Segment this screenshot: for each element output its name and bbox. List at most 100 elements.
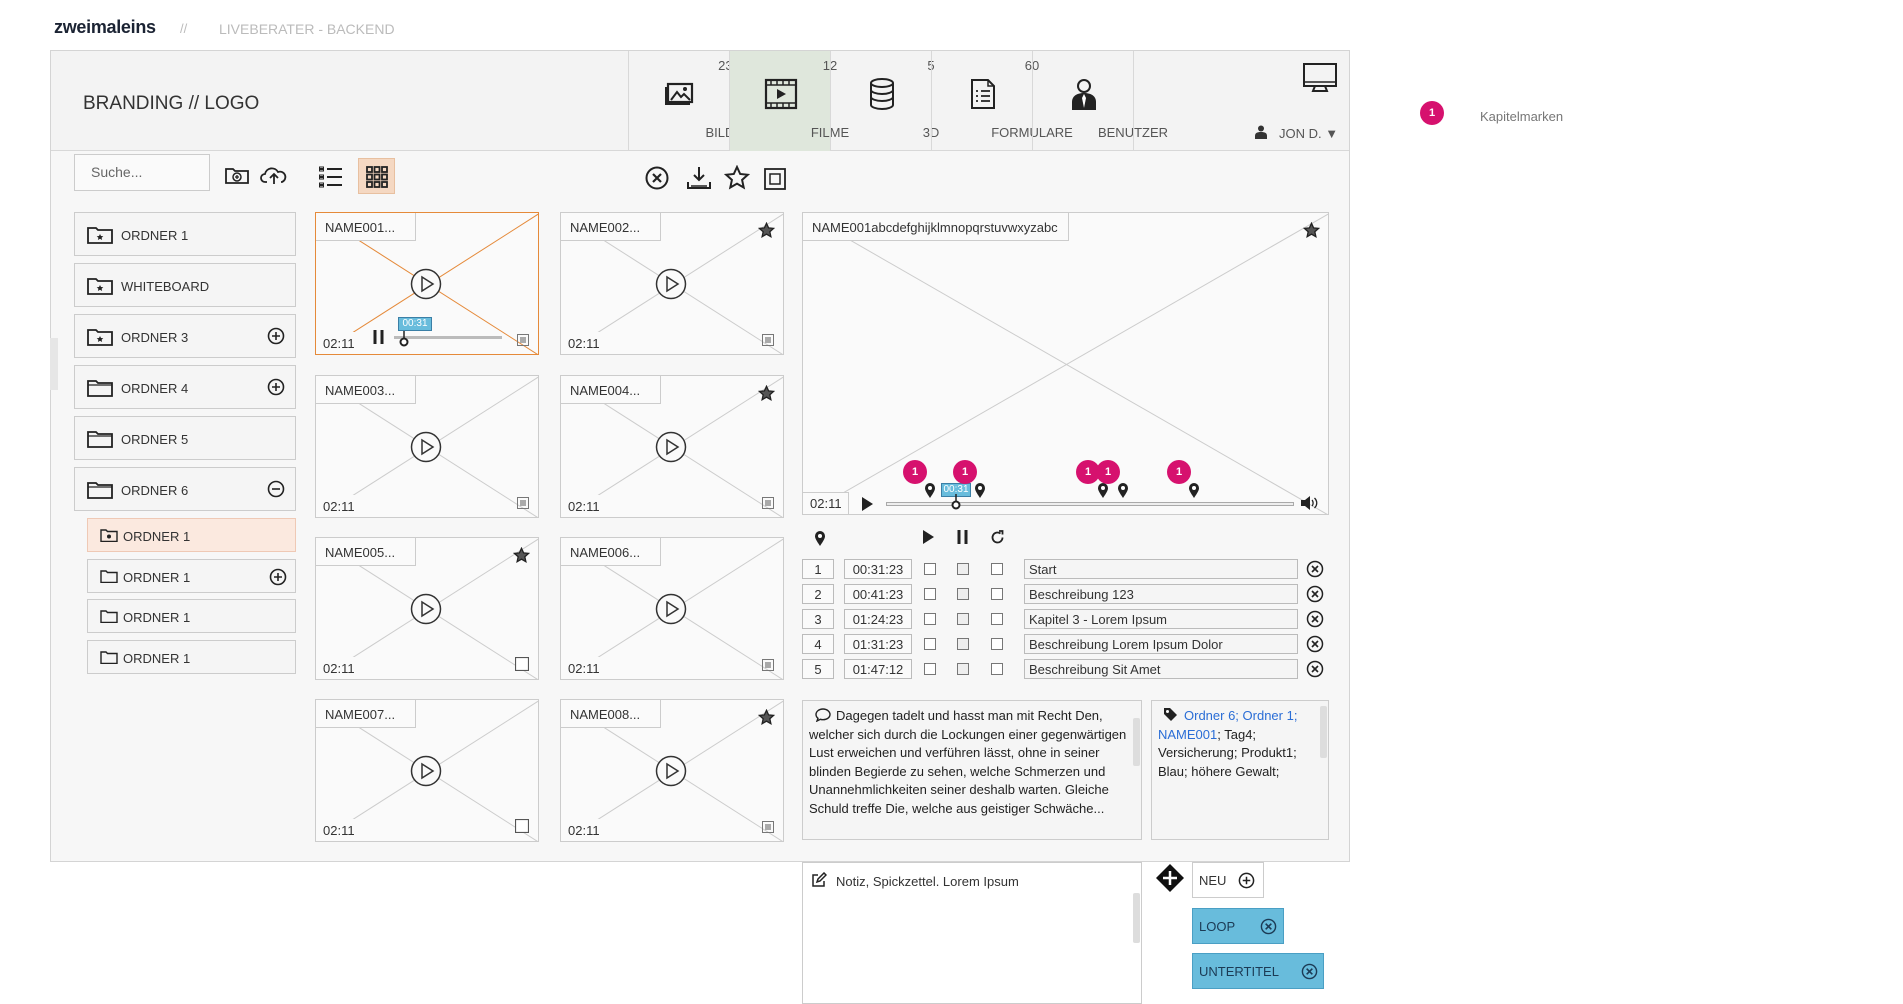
tab-formulare[interactable]: 60 FORMULARE	[931, 51, 1073, 151]
chapter-time-input[interactable]: 01:47:12	[844, 659, 912, 679]
expand-plus-icon[interactable]	[267, 378, 285, 396]
remove-chapter-icon[interactable]	[1306, 635, 1324, 653]
pause-icon[interactable]	[957, 530, 969, 544]
expand-plus-icon[interactable]	[267, 327, 285, 345]
close-circle-icon[interactable]	[1260, 918, 1277, 935]
play-checkbox[interactable]	[924, 563, 936, 575]
description-scrollbar[interactable]	[1133, 718, 1140, 766]
loop-toggle-button[interactable]: LOOP	[1192, 908, 1284, 944]
video-progress-track[interactable]	[886, 502, 1294, 506]
play-checkbox[interactable]	[924, 638, 936, 650]
linked-name[interactable]: NAME001	[1158, 727, 1217, 742]
select-checkbox[interactable]	[515, 819, 529, 833]
add-folder-icon[interactable]	[224, 165, 250, 185]
add-marker-pin-icon[interactable]	[814, 530, 826, 546]
linked-folders[interactable]: Ordner 6; Ordner 1;	[1184, 708, 1297, 723]
video-thumbnail[interactable]: NAME008... 02:11	[560, 699, 784, 842]
chapter-time-input[interactable]: 01:24:23	[844, 609, 912, 629]
play-icon[interactable]	[655, 431, 687, 463]
video-thumbnail[interactable]: NAME003... 02:11	[315, 375, 539, 518]
repeat-checkbox[interactable]	[991, 613, 1003, 625]
user-menu[interactable]: JON D. ▼	[1279, 126, 1338, 141]
repeat-checkbox[interactable]	[991, 663, 1003, 675]
expand-icon[interactable]	[517, 497, 529, 509]
video-thumbnail[interactable]: NAME006... 02:11	[560, 537, 784, 680]
folder-item[interactable]: ORDNER 1	[74, 212, 296, 256]
monitor-icon[interactable]	[1303, 63, 1337, 93]
expand-icon[interactable]	[764, 168, 786, 190]
repeat-checkbox[interactable]	[991, 638, 1003, 650]
remove-chapter-icon[interactable]	[1306, 560, 1324, 578]
video-player[interactable]: NAME001abcdefghijklmnopqrstuvwxyzabc 02:…	[802, 212, 1329, 515]
chapter-marker[interactable]: 1	[1167, 460, 1191, 484]
folder-item[interactable]: ORDNER 4	[74, 365, 296, 409]
description-textarea[interactable]: Dagegen tadelt und hasst man mit Recht D…	[802, 700, 1142, 840]
delete-icon[interactable]	[645, 166, 669, 190]
subfolder-item[interactable]: ORDNER 1	[87, 559, 296, 593]
chapter-description-input[interactable]: Start	[1024, 559, 1298, 579]
play-triangle-icon[interactable]	[861, 497, 873, 511]
subfolder-item[interactable]: ORDNER 1	[87, 599, 296, 633]
tab-bilder[interactable]: 231 BILDER	[628, 51, 752, 151]
close-circle-icon[interactable]	[1301, 963, 1318, 980]
video-thumbnail[interactable]: NAME007... 02:11	[315, 699, 539, 842]
note-scrollbar[interactable]	[1133, 893, 1140, 943]
chapter-description-input[interactable]: Beschreibung 123	[1024, 584, 1298, 604]
collapse-minus-icon[interactable]	[267, 480, 285, 498]
play-icon[interactable]	[410, 268, 442, 300]
video-thumbnail[interactable]: NAME005... 02:11	[315, 537, 539, 680]
expand-icon[interactable]	[517, 334, 529, 346]
star-filled-icon[interactable]	[758, 385, 775, 402]
play-icon[interactable]	[655, 593, 687, 625]
star-filled-icon[interactable]	[758, 709, 775, 726]
play-checkbox[interactable]	[924, 663, 936, 675]
volume-icon[interactable]	[1301, 496, 1318, 510]
scrubber-pin-icon[interactable]	[398, 331, 410, 347]
play-checkbox[interactable]	[924, 613, 936, 625]
expand-plus-icon[interactable]	[269, 568, 287, 586]
folder-item[interactable]: ORDNER 3	[74, 314, 296, 358]
expand-icon[interactable]	[762, 497, 774, 509]
tags-scrollbar[interactable]	[1320, 706, 1327, 758]
repeat-checkbox[interactable]	[991, 588, 1003, 600]
chapter-description-input[interactable]: Beschreibung Lorem Ipsum Dolor	[1024, 634, 1298, 654]
tab-benutzer[interactable]: BENUTZER	[1032, 51, 1168, 151]
pause-checkbox[interactable]	[957, 613, 969, 625]
note-textarea[interactable]: Notiz, Spickzettel. Lorem Ipsum	[802, 862, 1142, 1004]
star-filled-icon[interactable]	[1303, 222, 1320, 239]
chapter-time-input[interactable]: 00:41:23	[844, 584, 912, 604]
scrubber-pin-icon[interactable]	[950, 494, 962, 510]
expand-icon[interactable]	[762, 334, 774, 346]
thumbnail-progress-track[interactable]	[394, 336, 502, 339]
folder-item[interactable]: ORDNER 6	[74, 467, 296, 511]
subfolder-item[interactable]: ORDNER 1	[87, 640, 296, 674]
star-filled-icon[interactable]	[758, 222, 775, 239]
pause-icon[interactable]	[373, 330, 385, 344]
chapter-marker[interactable]: 1	[903, 460, 927, 484]
play-triangle-icon[interactable]	[922, 530, 934, 544]
repeat-icon[interactable]	[990, 530, 1005, 545]
pause-checkbox[interactable]	[957, 588, 969, 600]
play-icon[interactable]	[655, 755, 687, 787]
upload-cloud-icon[interactable]	[260, 165, 288, 185]
repeat-checkbox[interactable]	[991, 563, 1003, 575]
chapter-time-input[interactable]: 00:31:23	[844, 559, 912, 579]
play-checkbox[interactable]	[924, 588, 936, 600]
play-icon[interactable]	[410, 593, 442, 625]
pause-checkbox[interactable]	[957, 663, 969, 675]
left-edge-handle[interactable]	[50, 338, 58, 390]
remove-chapter-icon[interactable]	[1306, 610, 1324, 628]
new-button[interactable]: NEU	[1192, 862, 1264, 898]
pause-checkbox[interactable]	[957, 638, 969, 650]
video-thumbnail[interactable]: NAME004... 02:11	[560, 375, 784, 518]
tab-filme[interactable]: 12 FILME	[729, 51, 849, 151]
video-thumbnail[interactable]: NAME002... 02:11	[560, 212, 784, 355]
folder-item[interactable]: WHITEBOARD	[74, 263, 296, 307]
play-icon[interactable]	[410, 755, 442, 787]
subtitle-toggle-button[interactable]: UNTERTITEL	[1192, 953, 1324, 989]
chapter-description-input[interactable]: Beschreibung Sit Amet	[1024, 659, 1298, 679]
chapter-marker[interactable]: 1	[1096, 460, 1120, 484]
pause-checkbox[interactable]	[957, 563, 969, 575]
expand-icon[interactable]	[762, 821, 774, 833]
tab-3d[interactable]: 5 3D	[830, 51, 939, 151]
